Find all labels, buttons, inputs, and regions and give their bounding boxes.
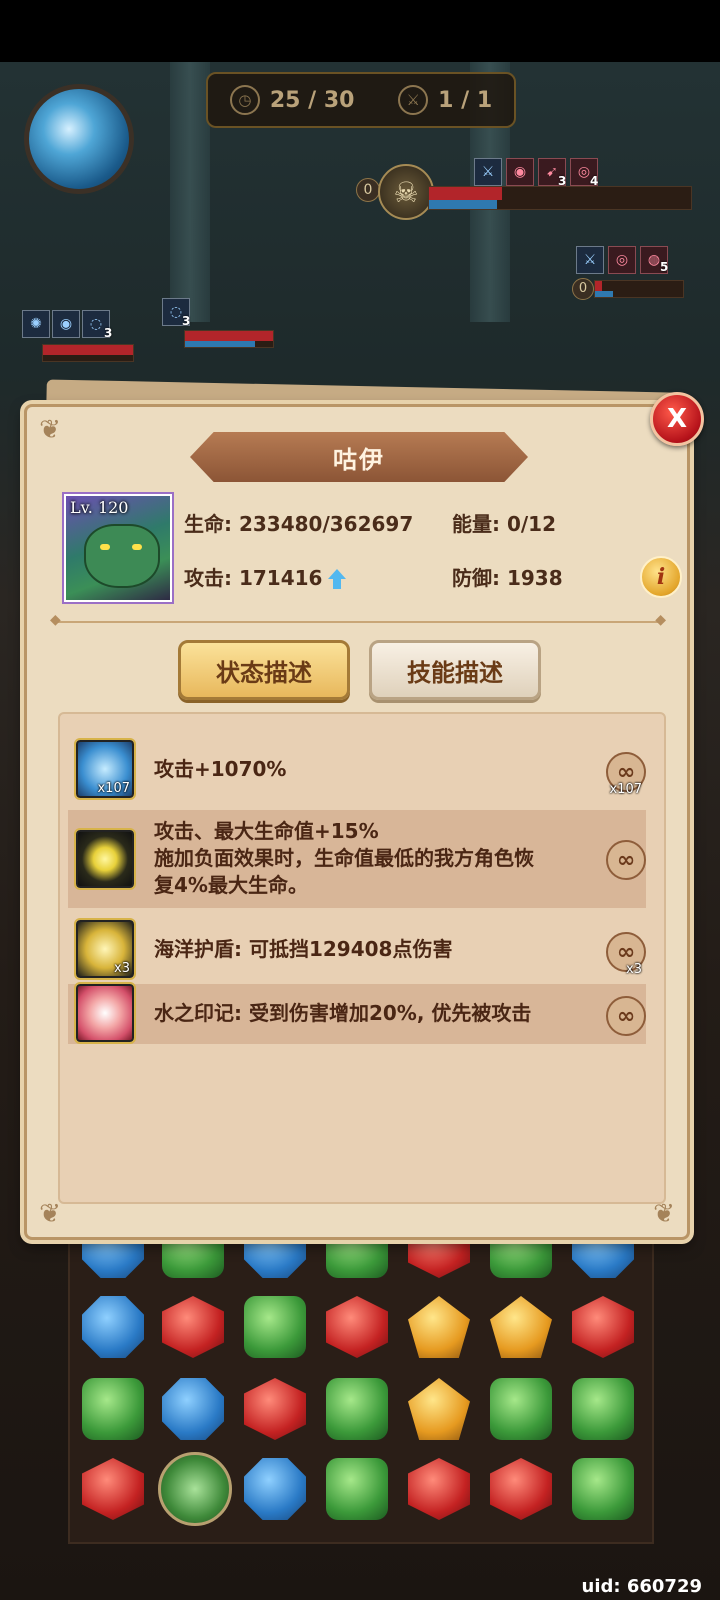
- hero-name: 咕伊: [333, 445, 385, 474]
- status-text-multiline: 攻击、最大生命值+15% 施加负面效果时，生命值最低的我方角色恢 复4%最大生命…: [154, 818, 534, 899]
- buff-stack-count: 3: [104, 326, 113, 340]
- user-id: uid: 660729: [581, 1576, 702, 1597]
- skull-icon: ☠: [378, 164, 434, 220]
- boss-shield-count: 0: [356, 178, 380, 202]
- ally-energy-fill: [185, 340, 256, 347]
- attack-stat: 攻击: 171416: [184, 566, 323, 590]
- water-element-orb-icon[interactable]: [24, 84, 134, 194]
- enemy-hp-track: [594, 280, 684, 298]
- buff-stack: x3: [114, 961, 130, 976]
- hero-portrait: Lv. 120: [62, 492, 174, 604]
- list-item: x107 攻击+1070% ∞ x107: [68, 736, 646, 802]
- status-text: 水之印记: 受到伤害增加20%, 优先被攻击: [154, 1001, 532, 1025]
- clock-icon: ◷: [229, 85, 260, 115]
- sword-icon: ⚔: [398, 85, 429, 115]
- corner-ornament: ❦: [39, 415, 61, 445]
- hp-stat: 生命: 233480/362697: [184, 512, 414, 536]
- boss-energy-fill: [429, 200, 498, 209]
- sword-buff-icon[interactable]: ⚔: [474, 158, 502, 186]
- infinity-duration-icon: ∞: [606, 840, 646, 880]
- water-gem[interactable]: [162, 1378, 224, 1440]
- hero-face-avatar: [84, 524, 160, 588]
- water-gem[interactable]: [82, 1296, 144, 1358]
- defense-stat: 防御: 1938: [452, 566, 563, 590]
- hero-name-banner: 咕伊: [190, 432, 528, 482]
- status-line: 攻击、最大生命值+15%: [154, 819, 379, 843]
- ocean-shield-icon: x3: [74, 918, 136, 980]
- sun-sigil-icon: [74, 828, 136, 890]
- tab-status-description[interactable]: 状态描述: [178, 640, 350, 700]
- close-icon: X: [666, 404, 688, 434]
- duration-stack: x107: [609, 782, 642, 797]
- eye-debuff-icon[interactable]: ◉: [506, 158, 534, 186]
- wood-gem[interactable]: [326, 1378, 388, 1440]
- background-pillar: [170, 62, 210, 322]
- buff-stack-count: 5: [660, 260, 669, 274]
- wood-gem[interactable]: [82, 1378, 144, 1440]
- enemy-energy-fill: [595, 290, 613, 297]
- buff-stack-count: 3: [182, 314, 191, 328]
- wave-count: 1 / 1: [438, 87, 493, 113]
- eye: [100, 544, 110, 550]
- attack-stat-row: 攻击: 171416: [184, 562, 347, 591]
- status-line: 施加负面效果时，生命值最低的我方角色恢: [154, 846, 534, 870]
- status-line: 复4%最大生命。: [154, 873, 308, 897]
- ally-hp-fill: [43, 345, 133, 355]
- splash-buff-icon[interactable]: ✺: [22, 310, 50, 338]
- enemy-hp-fill: [595, 281, 603, 291]
- hero-level: Lv. 120: [70, 498, 129, 517]
- wood-gem[interactable]: [572, 1378, 634, 1440]
- ally-hp-fill: [185, 331, 273, 341]
- list-item: 攻击、最大生命值+15% 施加负面效果时，生命值最低的我方角色恢 复4%最大生命…: [68, 810, 646, 908]
- turn-counter-panel: ◷ 25 / 30 ⚔ 1 / 1: [206, 72, 516, 128]
- wood-gem[interactable]: [490, 1378, 552, 1440]
- star-special-gem[interactable]: [158, 1452, 232, 1526]
- tab-skill-description[interactable]: 技能描述: [369, 640, 541, 700]
- close-button[interactable]: X: [650, 392, 704, 446]
- duration-stack: x3: [626, 962, 642, 977]
- turn-count: 25 / 30: [269, 87, 355, 113]
- spiral-debuff-icon[interactable]: ◎: [608, 246, 636, 274]
- boss-hp-fill: [429, 187, 503, 201]
- boss-hp-track: [428, 186, 692, 210]
- info-button[interactable]: i: [640, 556, 682, 598]
- infinity-duration-icon: ∞: [606, 996, 646, 1036]
- stat-up-arrow-icon: [328, 568, 347, 589]
- status-text: 海洋护盾: 可抵挡129408点伤害: [154, 937, 453, 961]
- ally-hp-track: [184, 330, 274, 348]
- eye-buff-icon[interactable]: ◉: [52, 310, 80, 338]
- wood-gem[interactable]: [244, 1296, 306, 1358]
- buff-stack-count: 4: [590, 174, 599, 188]
- section-divider: [50, 612, 666, 628]
- eye: [132, 544, 142, 550]
- wood-gem[interactable]: [572, 1458, 634, 1520]
- water-mark-icon: [74, 982, 136, 1044]
- enemy-shield-count: 0: [572, 278, 594, 300]
- list-item: x3 海洋护盾: 可抵挡129408点伤害 ∞ x3: [68, 916, 646, 982]
- sword-buff-icon[interactable]: ⚔: [576, 246, 604, 274]
- buff-stack: x107: [97, 781, 130, 796]
- buff-stack-count: 3: [558, 174, 567, 188]
- energy-stat: 能量: 0/12: [452, 512, 557, 536]
- ally-hp-track: [42, 344, 134, 362]
- list-item: 水之印记: 受到伤害增加20%, 优先被攻击 ∞: [68, 982, 646, 1044]
- wood-gem[interactable]: [326, 1458, 388, 1520]
- water-gem[interactable]: [244, 1458, 306, 1520]
- conch-buff-icon: x107: [74, 738, 136, 800]
- status-text: 攻击+1070%: [154, 757, 287, 781]
- system-status-bar: [0, 0, 720, 62]
- info-icon: i: [656, 564, 666, 590]
